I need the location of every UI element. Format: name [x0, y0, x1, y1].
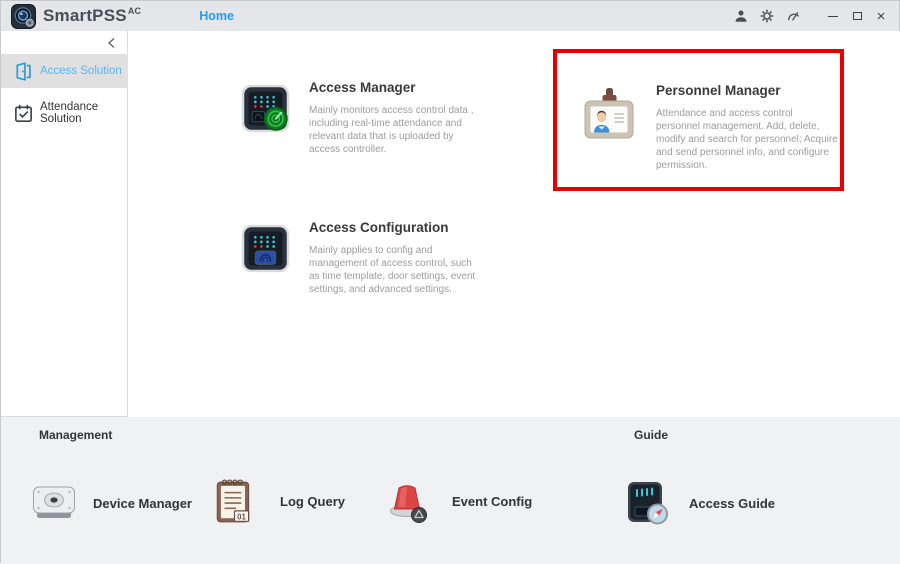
door-icon	[16, 61, 31, 81]
footer-item-access-guide[interactable]: Access Guide	[627, 478, 775, 528]
calendar-check-icon	[15, 104, 32, 122]
user-icon[interactable]	[731, 7, 751, 25]
sidebar-item-attendance-solution[interactable]: Attendance Solution	[1, 96, 128, 130]
card-title: Access Configuration	[309, 220, 449, 235]
log-badge: 01	[237, 512, 246, 521]
app-suffix: AC	[127, 6, 142, 17]
siren-icon	[390, 485, 427, 523]
controller-compass-icon	[628, 482, 668, 525]
gauge-icon[interactable]	[783, 7, 803, 25]
sidebar-item-access-solution[interactable]: Access Solution	[1, 54, 128, 88]
titlebar-actions: ×	[731, 7, 899, 25]
footer: Management Guide Device Manager 01 Log Q…	[1, 417, 900, 564]
footer-item-event-config[interactable]: Event Config	[388, 476, 532, 526]
sidebar-item-label: Attendance Solution	[40, 101, 99, 125]
footer-item-label: Log Query	[280, 493, 346, 509]
tab-home[interactable]: Home	[199, 9, 234, 23]
card-title: Personnel Manager	[656, 83, 781, 98]
card-access-configuration[interactable]: Access Configuration Mainly applies to c…	[241, 220, 485, 296]
footer-item-log-query[interactable]: 01 Log Query	[216, 476, 345, 526]
card-personnel-manager[interactable]: Personnel Manager Attendance and access …	[581, 83, 838, 172]
card-description: Mainly applies to config and management …	[309, 245, 476, 295]
card-description: Mainly monitors access control data , in…	[309, 105, 474, 155]
collapse-sidebar-icon[interactable]	[105, 36, 119, 50]
app-name: SmartPSS	[43, 6, 127, 25]
section-title-management: Management	[39, 428, 113, 442]
app-logo-icon	[11, 3, 36, 29]
footer-item-device-manager[interactable]: Device Manager	[32, 478, 192, 528]
gear-icon[interactable]	[757, 7, 777, 25]
access-controller-fingerprint-icon	[241, 224, 290, 273]
minimize-icon[interactable]	[823, 7, 843, 25]
footer-item-label: Device Manager	[93, 495, 192, 511]
maximize-icon[interactable]	[847, 7, 867, 25]
app-title: SmartPSSAC	[43, 6, 141, 26]
content-area: Access Solution Attendance Solution Acce…	[1, 31, 900, 417]
card-description: Attendance and access control personnel …	[656, 108, 838, 171]
id-badge-icon	[584, 88, 634, 139]
footer-item-label: Access Guide	[689, 495, 775, 511]
section-title-guide: Guide	[634, 428, 669, 442]
main-area: Access Manager Mainly monitors access co…	[129, 31, 900, 417]
highlight-frame: Personnel Manager Attendance and access …	[553, 49, 844, 191]
footer-item-label: Event Config	[452, 493, 533, 509]
notepad-icon: 01	[216, 479, 250, 523]
titlebar: SmartPSSAC Home ×	[1, 1, 899, 31]
app-window: SmartPSSAC Home × Access Solution Attend…	[0, 0, 900, 564]
sidebar-item-label: Access Solution	[40, 65, 122, 77]
sidebar: Access Solution Attendance Solution	[1, 31, 128, 417]
window-controls: ×	[823, 7, 891, 25]
hard-drive-icon	[33, 486, 75, 518]
access-controller-radar-icon	[241, 84, 290, 133]
card-title: Access Manager	[309, 80, 416, 95]
card-access-manager[interactable]: Access Manager Mainly monitors access co…	[241, 80, 481, 156]
close-icon[interactable]: ×	[871, 7, 891, 25]
